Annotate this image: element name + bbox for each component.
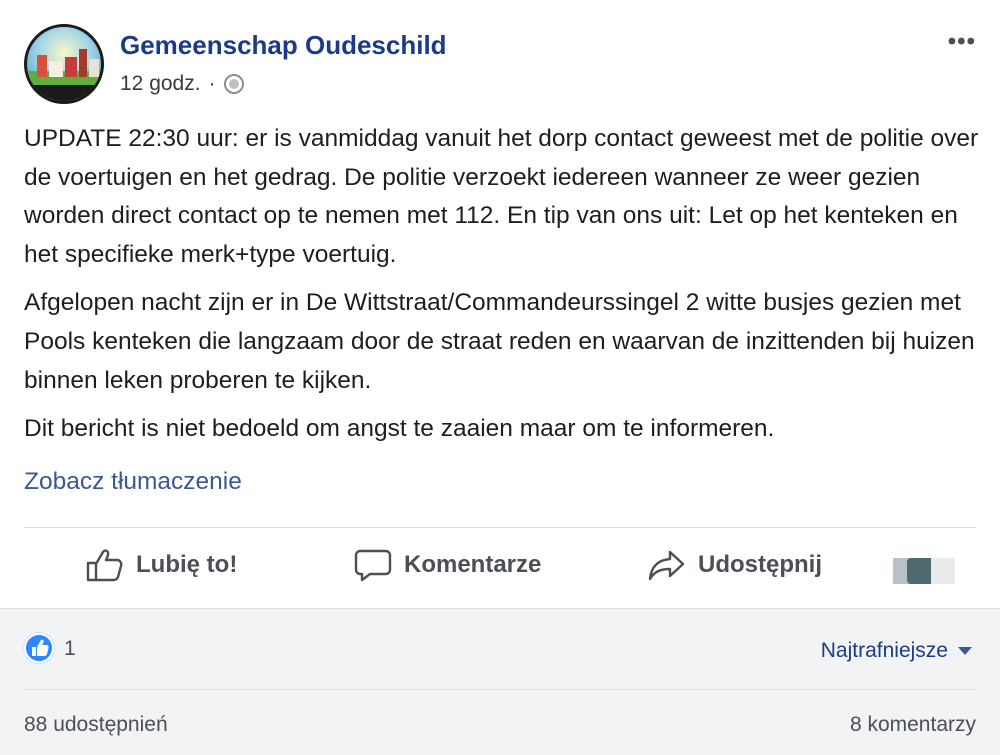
more-options-icon[interactable]: ••• [948,28,976,56]
like-count[interactable]: 1 [64,637,76,661]
like-label: Lubię to! [136,551,238,578]
reactions-footer: 1 Najtrafniejsze 88 udostępnień 8 koment… [0,608,1000,755]
share-label: Udostępnij [698,551,822,578]
meta-separator: · [208,72,216,95]
comments-count[interactable]: 8 komentarzy [850,713,976,737]
footer-divider [24,689,976,690]
post-paragraph: Afgelopen nacht zijn er in De Wittstraat… [24,289,975,394]
thumbs-up-icon [86,549,123,582]
timestamp[interactable]: 12 godz. [120,72,201,96]
thumbs-up-icon [32,639,49,656]
page-avatar[interactable] [24,24,104,104]
comment-sort-dropdown[interactable]: Najtrafniejsze [821,639,972,663]
caret-down-icon [958,647,972,655]
comment-button[interactable]: Komentarze [354,548,541,582]
share-arrow-icon [648,550,685,581]
like-button[interactable]: Lubię to! [86,548,237,582]
page-name[interactable]: Gemeenschap Oudeschild [120,30,447,61]
sort-label: Najtrafniejsze [820,639,948,662]
post-header: Gemeenschap Oudeschild 12 godz. · ••• [24,20,976,104]
comment-label: Komentarze [404,551,542,578]
shares-count[interactable]: 88 udostępnień [24,713,168,737]
like-reaction-icon[interactable] [24,633,54,663]
post-card: Gemeenschap Oudeschild 12 godz. · ••• UP… [0,0,1000,608]
avatar-illustration [27,49,101,101]
comment-icon [354,549,392,582]
action-bar: Lubię to! Komentarze Udostępnij [0,528,1000,606]
see-translation-link[interactable]: Zobacz tłumaczenie [24,468,242,496]
post-body: UPDATE 22:30 uur: er is vanmiddag vanuit… [24,120,979,459]
post-paragraph: Dit bericht is niet bedoeld om angst te … [24,415,775,443]
share-button[interactable]: Udostępnij [648,548,822,582]
blurred-avatar[interactable] [893,558,963,584]
globe-icon [223,74,244,94]
post-paragraph: UPDATE 22:30 uur: er is vanmiddag vanuit… [24,125,979,268]
post-meta: 12 godz. · [120,72,244,96]
